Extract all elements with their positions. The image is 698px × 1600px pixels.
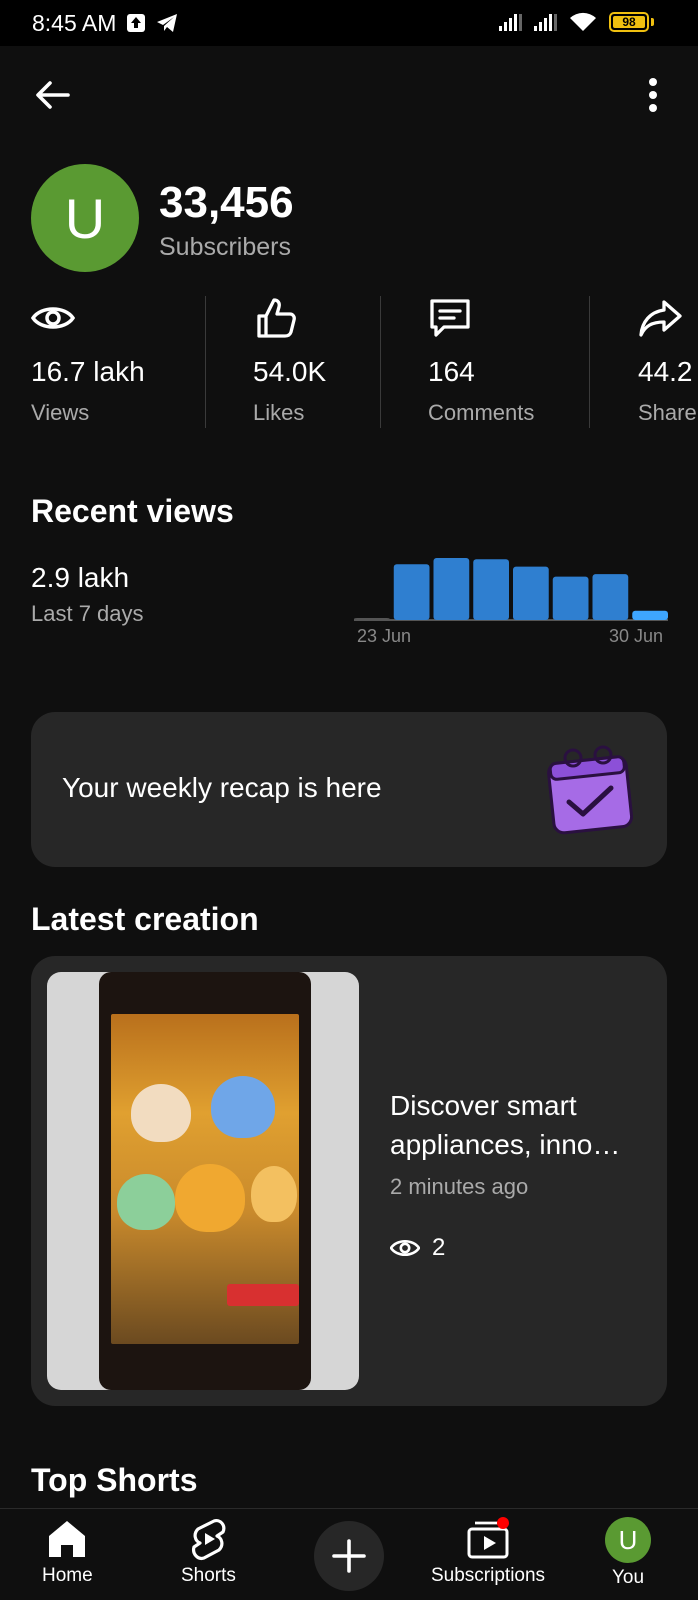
chart-bar-27-jun xyxy=(513,566,549,620)
nav-subscriptions[interactable]: Subscriptions xyxy=(431,1517,545,1587)
eye-icon xyxy=(390,1239,420,1257)
share-icon xyxy=(639,300,682,337)
eye-icon xyxy=(30,307,76,329)
recent-views-value: 2.9 lakh xyxy=(31,562,130,593)
stat-likes[interactable]: 54.0K Likes xyxy=(253,296,326,425)
video-view-count: 2 xyxy=(432,1234,446,1261)
weekly-recap-card[interactable]: Your weekly recap is here xyxy=(31,712,667,867)
comment-icon xyxy=(430,299,470,337)
bottom-nav: Home Shorts Subscriptions U You xyxy=(0,1508,698,1600)
stat-comments[interactable]: 164 Comments xyxy=(428,296,534,425)
wifi-icon xyxy=(570,12,596,31)
recent-views-title: Recent views xyxy=(31,493,234,529)
home-icon xyxy=(49,1521,86,1557)
thumbnail-cat xyxy=(117,1174,175,1230)
more-options-icon[interactable] xyxy=(636,72,670,118)
you-avatar: U xyxy=(605,1517,651,1563)
latest-creation-card[interactable]: Discover smart appliances, inno… 2 minut… xyxy=(31,956,667,1406)
recent-views-period: Last 7 days xyxy=(31,601,144,626)
signal-icon-2 xyxy=(534,13,557,31)
chart-bar-28-jun xyxy=(552,576,589,620)
stat-views[interactable]: 16.7 lakh Views xyxy=(30,296,145,425)
chart-bar-25-jun xyxy=(433,558,470,620)
status-bar: 8:45 AM 98 xyxy=(0,0,698,46)
nav-home-label: Home xyxy=(42,1565,93,1586)
latest-creation-title: Latest creation xyxy=(31,901,259,937)
weekly-recap-text: Your weekly recap is here xyxy=(62,772,382,803)
nav-home[interactable]: Home xyxy=(42,1517,93,1587)
video-thumbnail[interactable] xyxy=(47,972,359,1390)
create-button[interactable] xyxy=(314,1521,384,1591)
chart-bar-30-jun xyxy=(632,610,668,620)
subscriber-count: 33,456 xyxy=(159,178,294,227)
stat-value: 16.7 lakh xyxy=(31,356,145,387)
nav-shorts-label: Shorts xyxy=(181,1565,236,1586)
upload-notification-icon xyxy=(127,14,146,32)
thumbnail-phone xyxy=(99,972,311,1390)
stat-value: 54.0K xyxy=(253,356,327,387)
top-shorts-title: Top Shorts xyxy=(31,1462,198,1498)
stat-divider xyxy=(380,296,381,428)
battery-level: 98 xyxy=(622,15,636,29)
telegram-icon xyxy=(157,14,178,32)
subscriptions-icon xyxy=(467,1517,510,1559)
thumbnail-cat xyxy=(131,1084,191,1142)
shorts-icon xyxy=(192,1519,226,1560)
stat-divider xyxy=(205,296,206,428)
nav-you[interactable]: U You xyxy=(605,1517,651,1589)
signal-icon xyxy=(499,13,522,31)
thumbs-up-icon xyxy=(257,298,296,338)
nav-you-label: You xyxy=(611,1567,645,1588)
status-time: 8:45 AM xyxy=(32,9,117,36)
stat-share[interactable]: 44.2 Share xyxy=(638,296,697,425)
chart-end-label: 30 Jun xyxy=(609,626,664,646)
chart-start-label: 23 Jun xyxy=(357,626,412,646)
chart-bar-24-jun xyxy=(393,564,430,620)
plus-icon xyxy=(332,1539,366,1573)
thumbnail-cat xyxy=(211,1076,275,1138)
thumbnail-subscribe-badge xyxy=(227,1284,299,1306)
chart-bar-26-jun xyxy=(473,559,509,620)
stat-label: Share xyxy=(638,400,697,425)
subscriber-label: Subscribers xyxy=(159,233,291,261)
stat-label: Likes xyxy=(253,400,305,425)
video-views: 2 xyxy=(390,1234,445,1262)
battery-icon: 98 xyxy=(609,12,649,32)
stats-row: 16.7 lakh Views 54.0K Likes 164 Comments… xyxy=(0,296,698,428)
video-title[interactable]: Discover smart appliances, inno… xyxy=(390,1086,650,1164)
thumbnail-cat xyxy=(251,1166,297,1222)
stat-label: Views xyxy=(31,400,90,425)
nav-subscriptions-label: Subscriptions xyxy=(431,1565,546,1586)
thumbnail-cat xyxy=(175,1164,245,1232)
chart-bar-29-jun xyxy=(592,574,629,620)
stat-value: 164 xyxy=(428,356,475,387)
channel-avatar[interactable]: U xyxy=(31,164,139,272)
calendar-check-icon xyxy=(547,745,634,835)
chart-bar-23-jun xyxy=(354,618,390,620)
stat-divider xyxy=(589,296,590,428)
video-time: 2 minutes ago xyxy=(390,1174,529,1199)
nav-shorts[interactable]: Shorts xyxy=(181,1517,236,1587)
stat-value: 44.2 xyxy=(638,356,693,387)
thumbnail-screen xyxy=(111,1014,299,1344)
stat-label: Comments xyxy=(428,400,535,425)
battery-cap xyxy=(651,18,654,26)
back-arrow-icon[interactable] xyxy=(30,72,76,118)
